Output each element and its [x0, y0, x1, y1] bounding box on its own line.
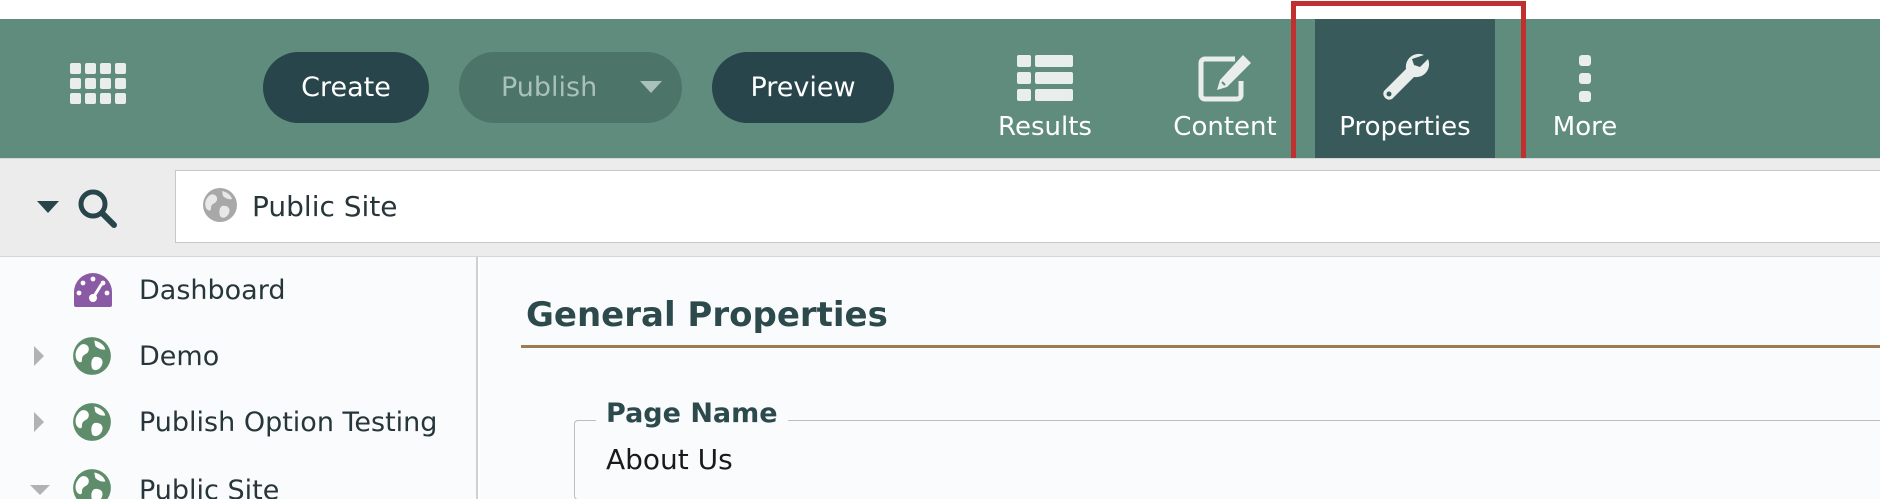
- sidebar-tree: Dashboard Demo Publish Option Testing Pu…: [0, 257, 478, 499]
- nav-content[interactable]: Content: [1165, 19, 1285, 158]
- nav-results-label: Results: [998, 112, 1092, 142]
- publish-label: Publish: [501, 72, 598, 103]
- sidebar-item-label: Public Site: [139, 475, 280, 499]
- nav-content-label: Content: [1173, 112, 1277, 142]
- sidebar-item-publish-option-testing[interactable]: Publish Option Testing: [0, 389, 478, 455]
- dashboard-icon: [72, 271, 114, 313]
- chevron-down-icon[interactable]: [640, 81, 662, 93]
- sidebar-item-dashboard[interactable]: Dashboard: [0, 257, 478, 323]
- nav-results[interactable]: Results: [985, 19, 1105, 158]
- app-grid-icon[interactable]: [70, 63, 126, 107]
- properties-panel: General Properties Page Name About Us: [480, 257, 1880, 499]
- sidebar-item-label: Demo: [139, 340, 220, 372]
- sidebar-item-label: Publish Option Testing: [139, 406, 438, 438]
- create-button[interactable]: Create: [263, 52, 429, 123]
- collapse-arrow-icon[interactable]: [30, 485, 50, 495]
- sidebar-item-public-site[interactable]: Public Site: [0, 455, 478, 499]
- preview-button[interactable]: Preview: [712, 52, 894, 123]
- globe-icon: [72, 468, 112, 499]
- wrench-icon: [1378, 50, 1432, 106]
- search-bar: Public Site: [0, 158, 1880, 257]
- list-icon: [1017, 50, 1073, 106]
- more-vertical-icon: [1578, 50, 1592, 106]
- globe-icon: [72, 336, 112, 380]
- globe-icon: [72, 402, 112, 446]
- page-name-input[interactable]: About Us: [606, 443, 733, 476]
- section-title: General Properties: [526, 295, 888, 335]
- main-toolbar: Create Publish Preview Results Content P…: [0, 19, 1880, 158]
- search-icon[interactable]: [76, 187, 118, 233]
- globe-icon: [202, 187, 238, 227]
- edit-icon: [1197, 50, 1253, 106]
- nav-properties-label: Properties: [1339, 112, 1471, 142]
- site-selector-value: Public Site: [252, 190, 398, 223]
- sidebar-item-demo[interactable]: Demo: [0, 323, 478, 389]
- publish-button[interactable]: Publish: [459, 52, 682, 123]
- chevron-down-icon[interactable]: [37, 201, 59, 213]
- section-divider: [521, 345, 1880, 348]
- nav-more-label: More: [1552, 112, 1618, 142]
- sidebar-item-label: Dashboard: [139, 274, 286, 306]
- nav-more[interactable]: More: [1525, 19, 1645, 158]
- expand-arrow-icon[interactable]: [34, 412, 44, 432]
- top-strip: [0, 0, 1880, 19]
- nav-properties[interactable]: Properties: [1315, 19, 1495, 158]
- page-name-field[interactable]: [574, 420, 1880, 499]
- site-selector[interactable]: Public Site: [175, 170, 1880, 243]
- page-name-label: Page Name: [596, 398, 788, 429]
- expand-arrow-icon[interactable]: [34, 346, 44, 366]
